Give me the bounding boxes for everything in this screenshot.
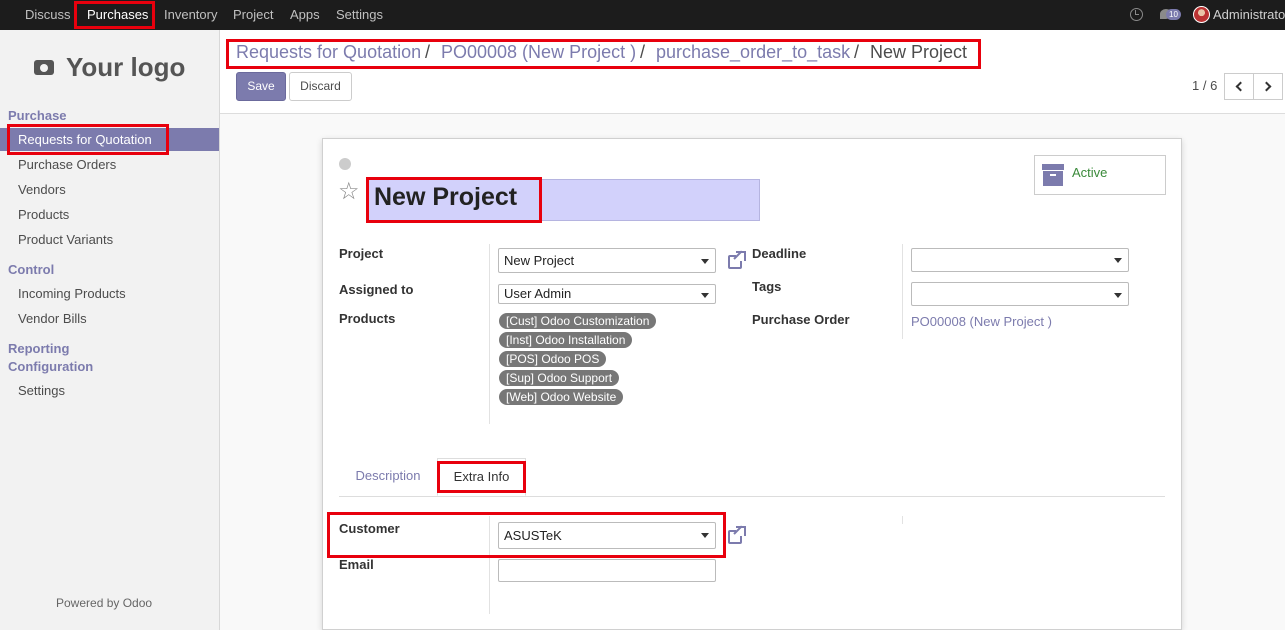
menu-purchases[interactable]: Purchases — [87, 0, 148, 30]
tab-extra-info[interactable]: Extra Info — [437, 458, 526, 496]
sidebar-item-rfq[interactable]: Requests for Quotation — [0, 128, 219, 151]
email-label: Email — [339, 557, 374, 572]
breadcrumb-separator: / — [425, 42, 431, 62]
pager-next-button[interactable] — [1253, 73, 1283, 100]
menu-project[interactable]: Project — [233, 0, 273, 30]
breadcrumb-current: New Project — [870, 42, 968, 62]
purchase-order-link[interactable]: PO00008 (New Project ) — [911, 314, 1052, 329]
group-divider — [902, 244, 903, 339]
section-control: Control — [8, 262, 55, 277]
assigned-to-select[interactable]: User Admin — [498, 284, 716, 304]
customer-value: ASUSTeK — [504, 528, 562, 543]
save-button[interactable]: Save — [236, 72, 286, 101]
email-field[interactable] — [498, 559, 716, 582]
menu-apps[interactable]: Apps — [290, 0, 320, 30]
breadcrumb-rfq[interactable]: Requests for Quotation — [236, 42, 421, 63]
group-divider — [902, 516, 903, 524]
tab-description[interactable]: Description — [339, 458, 437, 496]
section-reporting[interactable]: Reporting — [8, 341, 69, 356]
breadcrumb-action[interactable]: purchase_order_to_task — [656, 42, 850, 63]
customer-select[interactable]: ASUSTeK — [498, 522, 716, 549]
tags-label: Tags — [752, 279, 782, 294]
customer-label: Customer — [339, 521, 400, 536]
camera-icon — [34, 60, 54, 75]
purchase-order-label: Purchase Order — [752, 312, 850, 327]
group-divider — [489, 516, 490, 614]
assigned-to-value: User Admin — [504, 286, 572, 301]
tags-field[interactable] — [911, 282, 1129, 306]
company-logo: Your logo — [22, 44, 202, 96]
powered-by[interactable]: Powered by Odoo — [56, 596, 152, 610]
sidebar-item-settings[interactable]: Settings — [0, 379, 219, 402]
kanban-state-dot[interactable] — [339, 158, 351, 170]
chevron-down-icon — [701, 293, 709, 298]
product-tag[interactable]: [Cust] Odoo Customization — [499, 313, 657, 329]
user-menu[interactable]: Administrator — [1213, 0, 1285, 30]
tabs-divider — [339, 496, 1165, 497]
product-tag[interactable]: [Sup] Odoo Support — [499, 370, 620, 386]
chevron-down-icon — [701, 533, 709, 538]
section-purchase: Purchase — [8, 108, 67, 123]
logo-text: Your logo — [66, 52, 186, 82]
archive-icon — [1042, 164, 1064, 186]
deadline-field[interactable] — [911, 248, 1129, 272]
section-configuration: Configuration — [8, 359, 94, 374]
deadline-label: Deadline — [752, 246, 807, 261]
user-avatar[interactable] — [1193, 6, 1210, 23]
external-link-icon[interactable] — [728, 250, 746, 269]
chevron-down-icon — [1114, 293, 1122, 298]
sidebar-item-vendor-bills[interactable]: Vendor Bills — [0, 307, 219, 330]
discard-button[interactable]: Discard — [289, 72, 352, 101]
menu-inventory[interactable]: Inventory — [164, 0, 217, 30]
breadcrumb-separator: / — [854, 42, 860, 62]
project-select-value: New Project — [504, 253, 575, 268]
sidebar: Your logo Purchase Requests for Quotatio… — [0, 30, 220, 630]
product-tag[interactable]: [Inst] Odoo Installation — [499, 332, 633, 348]
menu-discuss[interactable]: Discuss — [25, 0, 71, 30]
breadcrumb-po[interactable]: PO00008 (New Project ) — [441, 42, 636, 63]
group-divider — [489, 244, 490, 424]
activity-clock-icon[interactable] — [1130, 8, 1143, 21]
chevron-down-icon — [701, 259, 709, 264]
sidebar-item-incoming-products[interactable]: Incoming Products — [0, 282, 219, 305]
chevron-down-icon — [1114, 258, 1122, 263]
chevron-right-icon — [1261, 81, 1272, 92]
project-name-value: New Project — [374, 183, 518, 211]
notification-badge: 10 — [1166, 9, 1181, 20]
sidebar-item-purchase-orders[interactable]: Purchase Orders — [0, 153, 219, 176]
menu-settings[interactable]: Settings — [336, 0, 383, 30]
sidebar-item-vendors[interactable]: Vendors — [0, 178, 219, 201]
sidebar-item-product-variants[interactable]: Product Variants — [0, 228, 219, 251]
external-link-icon[interactable] — [728, 525, 746, 544]
breadcrumb-separator: / — [640, 42, 646, 62]
product-tag[interactable]: [POS] Odoo POS — [499, 351, 607, 367]
pager-previous-button[interactable] — [1224, 73, 1254, 100]
sidebar-item-products[interactable]: Products — [0, 203, 219, 226]
products-label: Products — [339, 311, 396, 326]
project-label: Project — [339, 246, 384, 261]
assigned-to-label: Assigned to — [339, 282, 414, 297]
star-icon[interactable]: ☆ — [338, 180, 360, 204]
project-select[interactable]: New Project — [498, 248, 716, 273]
pager-value: 1 / 6 — [1192, 78, 1218, 93]
product-tag[interactable]: [Web] Odoo Website — [499, 389, 624, 405]
active-label: Active — [1072, 165, 1108, 180]
chevron-left-icon — [1235, 81, 1246, 92]
